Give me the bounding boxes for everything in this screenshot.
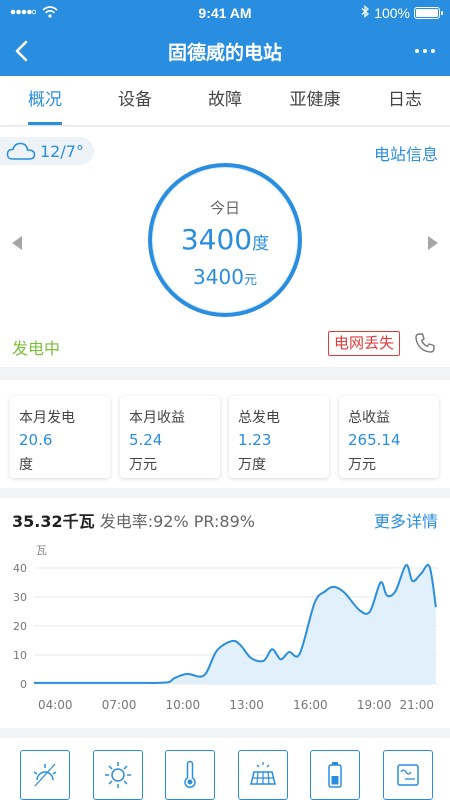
stat-card-total-energy[interactable]: 总发电 1.23 万度: [229, 396, 329, 478]
day-sunrise-icon: [33, 763, 57, 787]
solar-panel-button[interactable]: [238, 750, 288, 800]
power-area-fill: [34, 564, 436, 684]
tab-faults[interactable]: 故障: [180, 76, 270, 125]
thermometer-icon: [184, 760, 196, 789]
today-label: 今日: [209, 199, 240, 217]
x-tick-label: 07:00: [102, 698, 137, 712]
prev-day-arrow-icon[interactable]: [12, 236, 22, 250]
sun-icon: [105, 762, 131, 788]
chart-header: 35.32千瓦 发电率:92% PR:89%: [12, 508, 255, 532]
inverter-icon: [397, 764, 419, 786]
page-title: 固德威的电站: [167, 42, 282, 64]
x-tick-label: 04:00: [38, 698, 73, 712]
today-income: 3400元: [152, 265, 298, 289]
next-day-arrow-icon[interactable]: [428, 236, 438, 250]
stat-label: 本月发电: [19, 410, 75, 426]
current-power: 35.32千瓦: [12, 512, 95, 531]
today-energy-value: 3400: [180, 223, 253, 256]
x-tick-label: 16:00: [293, 698, 328, 712]
performance-rates: 发电率:92% PR:89%: [99, 512, 255, 531]
battery-percent: 100%: [374, 5, 410, 21]
day-weather-button[interactable]: [20, 750, 70, 800]
inverter-button[interactable]: [383, 750, 433, 800]
temperature-button[interactable]: [165, 750, 215, 800]
today-energy-unit: 度: [252, 234, 270, 254]
y-axis-unit-label: 瓦: [36, 544, 47, 557]
battery-icon: [414, 7, 443, 19]
nav-bar: 固德威的电站: [0, 26, 450, 76]
y-tick-label: 40: [13, 562, 27, 575]
x-tick-label: 21:00: [399, 698, 434, 712]
stat-card-month-income[interactable]: 本月收益 5.24 万元: [120, 396, 220, 478]
weather-badge: 12/7°: [0, 137, 94, 165]
stat-value: 265.14: [348, 431, 401, 449]
generation-status: 发电中: [12, 339, 61, 358]
weather-temp: 12/7°: [40, 141, 84, 161]
grid-lost-badge: 电网丢失: [328, 331, 401, 356]
cloud-icon: [6, 142, 36, 160]
tab-overview[interactable]: 概况: [0, 76, 90, 125]
stat-unit: 度: [19, 457, 33, 473]
irradiance-button[interactable]: [93, 750, 143, 800]
more-dots-icon: [415, 49, 419, 53]
tab-bar: 概况 设备 故障 亚健康 日志: [0, 76, 450, 126]
y-tick-label: 20: [13, 620, 27, 633]
battery-button[interactable]: [310, 750, 360, 800]
stat-unit: 万度: [238, 457, 266, 473]
app-screen: 9:41 AM 100% 固德威的电站 概况 设备 故障 亚健康 日志 12/7…: [0, 0, 450, 800]
battery-icon: [328, 762, 342, 788]
power-chart-panel: 35.32千瓦 发电率:92% PR:89% 更多详情 瓦 0 10 20 30 40 04…: [0, 498, 450, 728]
more-details-link[interactable]: 更多详情: [374, 508, 438, 532]
stats-row: 本月发电 20.6 度 本月收益 5.24 万元 总发电 1.23 万度 总收益…: [0, 380, 450, 488]
stat-value: 5.24: [129, 431, 163, 449]
status-bar: 9:41 AM 100%: [0, 0, 450, 26]
tab-logs[interactable]: 日志: [360, 76, 450, 125]
stat-unit: 万元: [129, 457, 157, 473]
y-tick-label: 0: [20, 678, 27, 691]
stat-label: 总发电: [238, 410, 280, 426]
today-summary-panel: 12/7° 电站信息 今日 3400度 3400元 发电中 电网丢失: [0, 127, 450, 367]
stat-value: 1.23: [238, 431, 272, 449]
bottom-toolbar: [0, 738, 450, 800]
x-tick-label: 19:00: [357, 698, 392, 712]
stat-label: 本月收益: [129, 410, 185, 426]
stat-value: 20.6: [19, 431, 53, 449]
stat-card-total-income[interactable]: 总收益 265.14 万元: [339, 396, 439, 478]
more-menu-button[interactable]: [410, 36, 440, 66]
phone-icon[interactable]: [414, 332, 436, 354]
y-tick-label: 10: [13, 649, 27, 662]
today-energy-ring: 今日 3400度 3400元: [148, 163, 302, 317]
station-info-link[interactable]: 电站信息: [374, 141, 438, 165]
x-tick-label: 13:00: [229, 698, 264, 712]
tab-devices[interactable]: 设备: [90, 76, 180, 125]
today-income-unit: 元: [243, 273, 257, 288]
stat-label: 总收益: [348, 410, 390, 426]
x-tick-label: 10:00: [166, 698, 201, 712]
stat-card-month-energy[interactable]: 本月发电 20.6 度: [10, 396, 110, 478]
stat-unit: 万元: [348, 457, 376, 473]
today-income-value: 3400: [193, 265, 244, 289]
power-chart: 瓦 0 10 20 30 40 04:00 07:00 10:00 13:00 16:00 19:00…: [13, 544, 438, 712]
today-energy: 3400度: [152, 223, 298, 256]
status-right: 100%: [361, 5, 443, 21]
y-tick-label: 30: [13, 591, 27, 604]
tab-subhealth[interactable]: 亚健康: [270, 76, 360, 125]
bluetooth-icon: [361, 5, 370, 21]
solar-panel-icon: [250, 762, 276, 785]
